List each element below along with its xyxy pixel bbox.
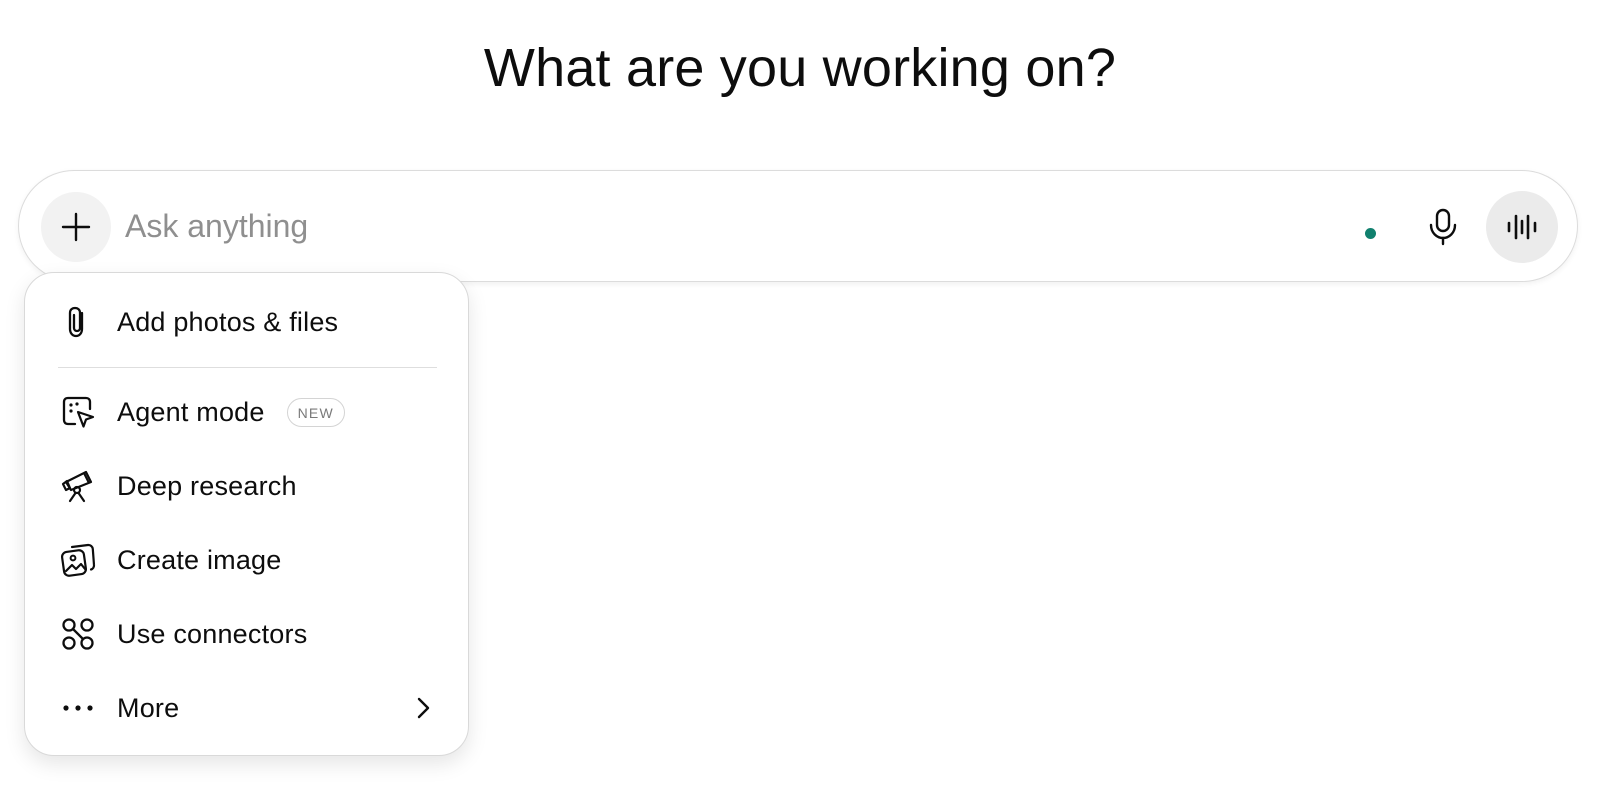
menu-item-label: Deep research xyxy=(117,470,297,501)
menu-item-deep-research[interactable]: Deep research xyxy=(33,457,460,515)
prompt-input[interactable] xyxy=(125,201,1225,251)
menu-item-label: Use connectors xyxy=(117,618,308,649)
connectors-icon xyxy=(59,615,97,653)
add-attachment-button[interactable] xyxy=(41,192,111,262)
more-dots-icon xyxy=(59,689,97,727)
menu-item-more[interactable]: More xyxy=(33,679,460,737)
microphone-icon xyxy=(1429,208,1457,246)
status-dot xyxy=(1365,228,1376,239)
new-badge: NEW xyxy=(286,397,345,427)
agent-cursor-icon xyxy=(59,393,97,431)
image-icon xyxy=(59,541,97,579)
menu-item-label: More xyxy=(117,692,180,723)
attachment-menu: Add photos & files Agent mode NEW Deep r… xyxy=(24,272,469,756)
plus-icon xyxy=(61,212,91,242)
dictate-button[interactable] xyxy=(1421,205,1465,249)
menu-item-agent-mode[interactable]: Agent mode NEW xyxy=(33,383,460,441)
menu-item-use-connectors[interactable]: Use connectors xyxy=(33,605,460,663)
paperclip-icon xyxy=(59,303,97,341)
composer-bar xyxy=(18,170,1578,282)
telescope-icon xyxy=(59,467,97,505)
menu-divider xyxy=(58,367,437,368)
menu-item-label: Add photos & files xyxy=(117,306,339,337)
voice-mode-button[interactable] xyxy=(1486,191,1558,263)
chevron-right-icon xyxy=(417,697,430,719)
menu-item-add-photos-files[interactable]: Add photos & files xyxy=(33,293,460,351)
voice-waveform-icon xyxy=(1507,214,1537,240)
menu-item-label: Agent mode xyxy=(117,396,265,427)
page-title: What are you working on? xyxy=(483,38,1117,98)
menu-item-create-image[interactable]: Create image xyxy=(33,531,460,589)
menu-item-label: Create image xyxy=(117,544,282,575)
